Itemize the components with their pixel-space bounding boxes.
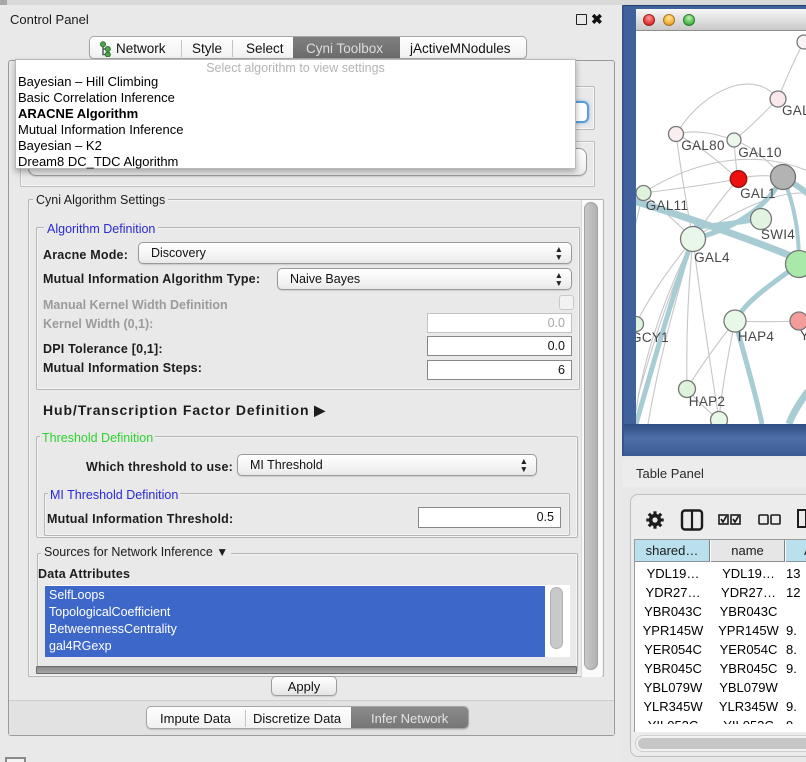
svg-text:YD: YD (800, 328, 806, 343)
svg-text:GAL1: GAL1 (740, 186, 776, 201)
svg-text:HAP4: HAP4 (738, 329, 775, 344)
svg-text:GAL2: GAL2 (782, 103, 806, 118)
svg-text:GAL4: GAL4 (694, 250, 730, 265)
svg-text:GAL10: GAL10 (738, 145, 782, 160)
svg-text:GAL11: GAL11 (646, 198, 689, 213)
svg-text:SWI4: SWI4 (761, 227, 795, 242)
svg-text:GCY1: GCY1 (636, 330, 669, 345)
svg-text:GAL80: GAL80 (681, 138, 725, 153)
svg-text:HAP2: HAP2 (689, 394, 725, 409)
